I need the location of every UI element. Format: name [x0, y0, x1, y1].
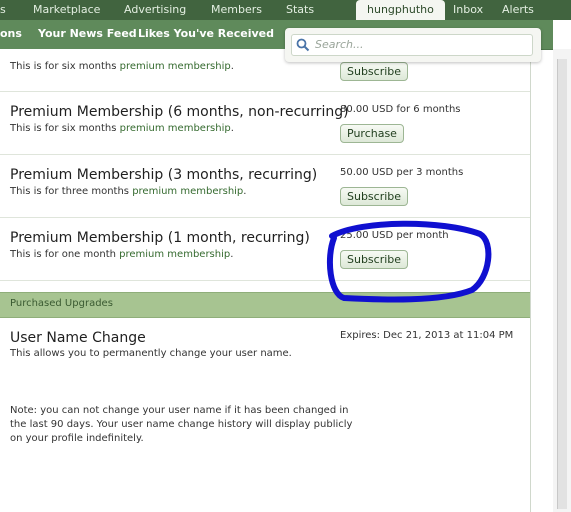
- premium-membership-link[interactable]: premium membership: [120, 61, 231, 72]
- tab-stats[interactable]: Stats: [286, 3, 314, 16]
- purchase-button[interactable]: Purchase: [340, 124, 404, 143]
- search-icon: [296, 38, 310, 52]
- search-popup: Search...: [285, 28, 541, 62]
- premium-membership-link[interactable]: premium membership: [120, 123, 231, 134]
- tab-members[interactable]: Members: [211, 3, 262, 16]
- tab-user-account[interactable]: hungphutho: [356, 0, 445, 20]
- upgrade-expiry: Expires: Dec 21, 2013 at 11:04 PM: [340, 330, 514, 341]
- upgrade-row: Premium Membership (3 months, recurring)…: [0, 154, 530, 218]
- upgrade-description: This is for six months premium membershi…: [10, 123, 234, 134]
- subscribe-button[interactable]: Subscribe: [340, 187, 409, 206]
- user-name-change-note: Note: you can not change your user name …: [10, 405, 353, 444]
- upgrade-description: This is for six months premium membershi…: [10, 61, 234, 72]
- upgrade-title: Premium Membership (6 months, non-recurr…: [10, 104, 349, 120]
- tab-partial[interactable]: s: [0, 3, 6, 16]
- premium-membership-link[interactable]: premium membership: [119, 249, 230, 260]
- purchased-upgrade-title: User Name Change: [10, 330, 146, 346]
- upgrade-title: Premium Membership (3 months, recurring): [10, 167, 318, 183]
- search-input[interactable]: Search...: [291, 34, 533, 56]
- upgrade-description: This is for one month premium membership…: [10, 249, 234, 260]
- tab-inbox[interactable]: Inbox: [453, 3, 483, 16]
- upgrade-price: 80.00 USD for 6 months: [340, 104, 461, 115]
- search-placeholder: Search...: [315, 38, 364, 51]
- upgrade-description: This is for three months premium members…: [10, 186, 247, 197]
- upgrade-row: Premium Membership (6 months, non-recurr…: [0, 91, 530, 155]
- scrollbar[interactable]: [553, 49, 571, 512]
- hand-drawn-annotation-circle: [326, 220, 492, 303]
- tab-alerts[interactable]: Alerts: [502, 3, 534, 16]
- subscribe-button[interactable]: Subscribe: [340, 62, 409, 81]
- top-navigation: s Marketplace Advertising Members Stats …: [0, 0, 571, 20]
- upgrade-title: Premium Membership (1 month, recurring): [10, 230, 310, 246]
- upgrade-price: 50.00 USD per 3 months: [340, 167, 464, 178]
- subnav-link-news-feed[interactable]: Your News Feed: [38, 27, 137, 40]
- purchased-upgrade-description: This allows you to permanently change yo…: [10, 348, 292, 359]
- subnav-link-partial[interactable]: ons: [0, 27, 22, 40]
- section-label: Purchased Upgrades: [10, 298, 113, 309]
- tab-marketplace[interactable]: Marketplace: [33, 3, 100, 16]
- subnav-link-likes[interactable]: Likes You've Received: [138, 27, 274, 40]
- premium-membership-link[interactable]: premium membership: [132, 186, 243, 197]
- scrollbar-thumb[interactable]: [557, 59, 567, 509]
- tab-advertising[interactable]: Advertising: [124, 3, 186, 16]
